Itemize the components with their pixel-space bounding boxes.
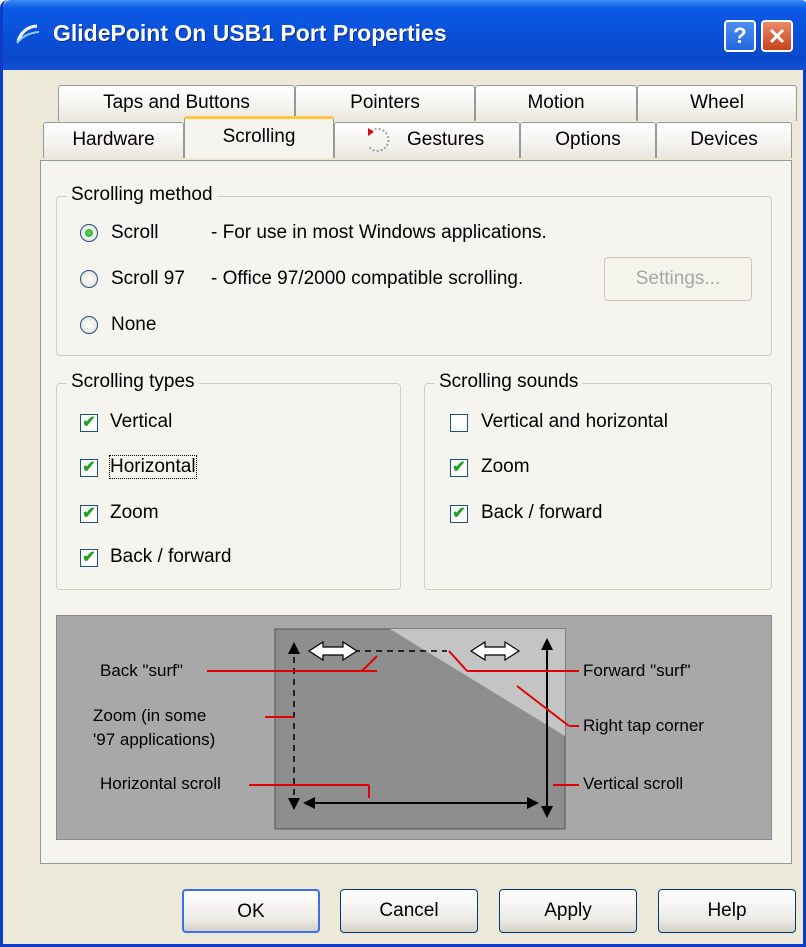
ok-button[interactable]: OK bbox=[182, 889, 320, 933]
close-icon bbox=[769, 28, 785, 44]
glidepoint-app-icon bbox=[16, 24, 40, 44]
scrolling-types-legend: Scrolling types bbox=[67, 371, 199, 393]
touchpad-diagram: Back "surf" Zoom (in some '97 applicatio… bbox=[56, 615, 772, 840]
zoom-label-line2: '97 applications) bbox=[93, 730, 216, 749]
settings-button[interactable]: Settings... bbox=[604, 257, 752, 301]
back-forward-checkbox[interactable]: ✔ bbox=[80, 549, 98, 567]
scroll-radio[interactable] bbox=[80, 224, 98, 242]
vertical-checkbox-label[interactable]: Vertical bbox=[110, 411, 172, 433]
window-title: GlidePoint On USB1 Port Properties bbox=[53, 20, 447, 46]
horizontal-checkbox-label[interactable]: Horizontal bbox=[109, 455, 197, 479]
tab-gestures-label: Gestures bbox=[407, 129, 485, 150]
horizontal-checkbox[interactable]: ✔ bbox=[80, 459, 98, 477]
help-title-button[interactable]: ? bbox=[724, 20, 756, 52]
sound-vertical-horizontal-checkbox[interactable] bbox=[450, 414, 468, 432]
title-bar[interactable]: GlidePoint On USB1 Port Properties ? bbox=[3, 0, 806, 70]
scroll-description: - For use in most Windows applications. bbox=[211, 222, 547, 243]
scrolling-method-legend: Scrolling method bbox=[67, 184, 217, 206]
back-surf-label: Back "surf" bbox=[100, 661, 183, 680]
scroll97-radio[interactable] bbox=[80, 270, 98, 288]
vertical-scroll-label: Vertical scroll bbox=[583, 774, 684, 793]
tab-wheel[interactable]: Wheel bbox=[637, 85, 797, 121]
vertical-checkbox[interactable]: ✔ bbox=[80, 414, 98, 432]
sound-back-forward-checkbox[interactable]: ✔ bbox=[450, 505, 468, 523]
zoom-checkbox-label[interactable]: Zoom bbox=[110, 502, 159, 524]
tab-devices[interactable]: Devices bbox=[656, 122, 792, 158]
tab-options[interactable]: Options bbox=[520, 122, 656, 158]
back-forward-checkbox-label[interactable]: Back / forward bbox=[110, 546, 231, 568]
sound-zoom-label[interactable]: Zoom bbox=[481, 456, 530, 478]
scrolling-sounds-legend: Scrolling sounds bbox=[435, 371, 583, 393]
scroll97-radio-label[interactable]: Scroll 97 bbox=[111, 268, 185, 290]
right-tap-corner-label: Right tap corner bbox=[583, 716, 704, 735]
scroll-radio-label[interactable]: Scroll bbox=[111, 222, 159, 244]
forward-surf-label: Forward "surf" bbox=[583, 661, 691, 680]
tab-motion[interactable]: Motion bbox=[475, 85, 637, 121]
properties-dialog: GlidePoint On USB1 Port Properties ? Tap… bbox=[0, 0, 806, 947]
scroll97-description: - Office 97/2000 compatible scrolling. bbox=[211, 268, 524, 289]
sound-back-forward-label[interactable]: Back / forward bbox=[481, 502, 602, 524]
gestures-icon bbox=[368, 127, 390, 152]
zoom-label-line1: Zoom (in some bbox=[93, 706, 207, 725]
apply-button[interactable]: Apply bbox=[499, 889, 637, 933]
help-button[interactable]: Help bbox=[658, 889, 796, 933]
sound-zoom-checkbox[interactable]: ✔ bbox=[450, 459, 468, 477]
none-radio-label[interactable]: None bbox=[111, 314, 156, 336]
none-radio[interactable] bbox=[80, 316, 98, 334]
tab-hardware[interactable]: Hardware bbox=[43, 122, 184, 158]
tab-gestures[interactable]: Gestures bbox=[334, 122, 520, 158]
close-button[interactable] bbox=[761, 20, 793, 52]
cancel-button[interactable]: Cancel bbox=[340, 889, 478, 933]
tab-scrolling[interactable]: Scrolling bbox=[184, 116, 334, 158]
horizontal-scroll-label: Horizontal scroll bbox=[100, 774, 221, 793]
sound-vertical-horizontal-label[interactable]: Vertical and horizontal bbox=[481, 411, 668, 433]
zoom-checkbox[interactable]: ✔ bbox=[80, 505, 98, 523]
